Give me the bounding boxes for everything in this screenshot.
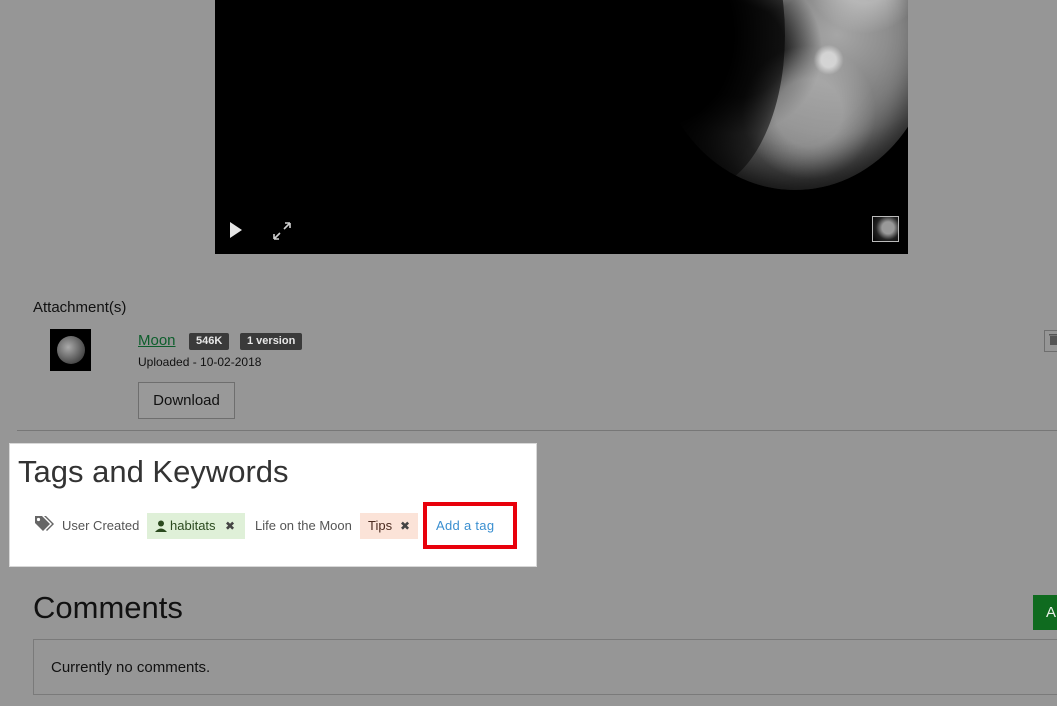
tags-panel: Tags and Keywords User Created habitats … [9, 443, 537, 567]
add-tag-highlight: Add a tag [423, 502, 517, 549]
category-label: Life on the Moon [255, 518, 352, 533]
attachment-versions-badge[interactable]: 1 version [240, 333, 303, 350]
add-comment-button[interactable]: A [1033, 595, 1057, 630]
play-icon[interactable] [230, 222, 242, 238]
no-comments-message: Currently no comments. [51, 659, 211, 676]
video-thumbnail-button[interactable] [872, 216, 899, 242]
download-button[interactable]: Download [138, 382, 235, 419]
trash-icon[interactable] [1044, 330, 1057, 352]
attachment-thumbnail[interactable] [50, 329, 91, 371]
tags-icon-svg [35, 516, 54, 531]
tag-chip-tips-label: Tips [368, 518, 393, 533]
add-tag-link[interactable]: Add a tag [436, 518, 494, 533]
video-player[interactable] [215, 0, 908, 254]
attachment-uploaded-date: Uploaded - 10-02-2018 [138, 355, 262, 369]
trash-icon-svg [1049, 334, 1057, 345]
tags-icon [34, 515, 56, 533]
user-icon [155, 515, 167, 532]
tag-chip-tips[interactable]: Tips ✖ [360, 513, 418, 539]
tag-chip-habitats[interactable]: habitats ✖ [147, 513, 245, 539]
tags-title: Tags and Keywords [18, 454, 289, 489]
fullscreen-expand-icon[interactable] [272, 221, 292, 241]
user-icon-svg [155, 520, 167, 532]
fullscreen-expand-icon-svg [273, 222, 291, 240]
remove-tag-habitats-icon[interactable]: ✖ [225, 513, 235, 539]
user-created-label: User Created [62, 518, 140, 533]
remove-tag-tips-icon[interactable]: ✖ [400, 513, 410, 539]
attachments-heading: Attachment(s) [33, 299, 127, 316]
comments-box: Currently no comments. [33, 639, 1057, 695]
attachment-size-badge: 546K [189, 333, 230, 350]
section-divider [17, 430, 1057, 431]
attachment-name-link[interactable]: Moon [138, 332, 176, 349]
comments-title: Comments [33, 590, 183, 625]
tag-chip-habitats-label: habitats [170, 518, 216, 533]
